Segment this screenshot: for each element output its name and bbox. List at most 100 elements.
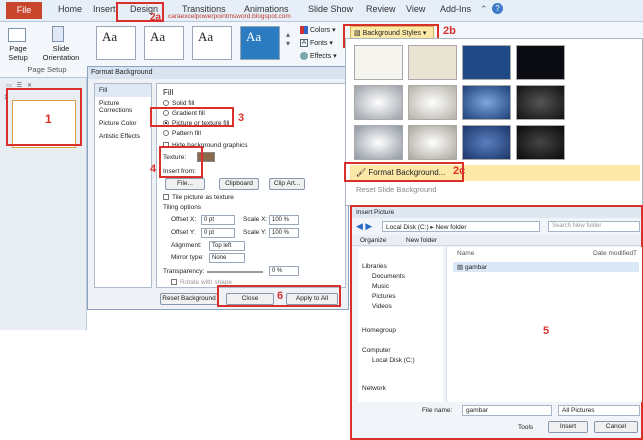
step-label-1: 1: [45, 112, 52, 126]
bg-style-6[interactable]: [408, 85, 457, 120]
bg-style-3[interactable]: [462, 45, 511, 80]
theme-label: Aa: [198, 29, 214, 44]
bg-style-11[interactable]: [462, 125, 511, 160]
file-name-input[interactable]: gambar: [462, 405, 552, 416]
tab-review[interactable]: Review: [366, 4, 396, 14]
new-folder-button[interactable]: New folder: [406, 237, 437, 244]
bg-style-10[interactable]: [408, 125, 457, 160]
file-name-label: File name:: [422, 407, 453, 414]
theme-label: Aa: [102, 29, 118, 44]
slide-orientation-button[interactable]: Slide Orientation: [38, 44, 84, 62]
column-type[interactable]: T: [633, 250, 637, 257]
organize-button[interactable]: Organize: [360, 237, 386, 244]
nav-music[interactable]: Music: [372, 283, 389, 290]
fonts-button[interactable]: A Fonts ▾: [300, 39, 333, 48]
themes-scroll-icon[interactable]: ▴ ▾: [286, 30, 290, 48]
step-label-3: 3: [238, 112, 245, 124]
nav-local-disk[interactable]: Local Disk (C:): [372, 357, 415, 364]
scale-y-field[interactable]: 100 %: [269, 228, 299, 238]
image-file-icon: ▨: [457, 264, 464, 271]
file-type-select[interactable]: All Pictures: [558, 405, 640, 416]
bg-style-4[interactable]: [516, 45, 565, 80]
clipboard-button[interactable]: Clipboard: [219, 178, 259, 190]
tile-label: Tile picture as texture: [172, 194, 234, 201]
colors-icon: [300, 26, 308, 35]
minimize-ribbon-icon[interactable]: ⌃: [480, 4, 488, 15]
solid-fill-label: Solid fill: [172, 100, 195, 107]
reset-background-button[interactable]: Reset Background: [160, 293, 218, 305]
nav-network[interactable]: Network: [362, 385, 386, 392]
step-label-2b: 2b: [443, 25, 456, 37]
insert-button[interactable]: Insert: [548, 421, 588, 433]
tab-slide-show[interactable]: Slide Show: [308, 4, 353, 14]
alignment-select[interactable]: Top left: [209, 241, 245, 251]
tab-home[interactable]: Home: [58, 4, 82, 14]
pattern-fill-label: Pattern fill: [172, 130, 201, 137]
mirror-type-label: Mirror type:: [171, 254, 204, 261]
nav-picture-color[interactable]: Picture Color: [95, 117, 151, 130]
theme-2[interactable]: Aa: [144, 26, 184, 60]
step-label-4: 4: [150, 163, 157, 175]
scale-y-label: Scale Y:: [243, 229, 267, 236]
bg-style-1[interactable]: [354, 45, 403, 80]
clip-art-button[interactable]: Clip Art...: [269, 178, 305, 190]
tab-file[interactable]: File: [6, 2, 42, 19]
column-date-modified[interactable]: Date modified: [593, 250, 633, 257]
nav-homegroup[interactable]: Homegroup: [362, 327, 396, 334]
back-forward-icon[interactable]: ◀ ▶: [356, 221, 372, 232]
reset-slide-background-item[interactable]: Reset Slide Background: [356, 185, 436, 194]
tab-view[interactable]: View: [406, 4, 425, 14]
file-item[interactable]: ▨ gambar: [453, 262, 639, 272]
bg-style-12[interactable]: [516, 125, 565, 160]
tab-add-ins[interactable]: Add-Ins: [440, 4, 471, 14]
pattern-fill-radio[interactable]: Pattern fill: [163, 130, 201, 137]
transparency-field[interactable]: 0 %: [269, 266, 299, 276]
file-list: Name Date modified T ▨ gambar 5: [446, 247, 642, 402]
step-label-2c: 2c: [453, 165, 466, 177]
page-setup-button[interactable]: Page Setup: [2, 44, 34, 62]
format-background-nav: Fill Picture Corrections Picture Color A…: [94, 83, 152, 288]
fill-heading: Fill: [163, 88, 174, 97]
offset-y-field[interactable]: 0 pt: [201, 228, 235, 238]
tab-insert[interactable]: Insert: [93, 4, 116, 14]
file-button[interactable]: File...: [165, 178, 205, 190]
insert-picture-dialog: Insert Picture ◀ ▶ Local Disk (C:) ▸ New…: [350, 205, 643, 440]
nav-picture-corrections[interactable]: Picture Corrections: [95, 97, 151, 117]
nav-fill[interactable]: Fill: [95, 84, 151, 97]
nav-libraries[interactable]: Libraries: [362, 263, 387, 270]
bg-style-7[interactable]: [462, 85, 511, 120]
transparency-label: Transparency:: [163, 268, 205, 275]
bg-style-2[interactable]: [408, 45, 457, 80]
tiling-options-label: Tiling options: [163, 204, 202, 211]
bg-style-5[interactable]: [354, 85, 403, 120]
offset-x-label: Offset X:: [171, 216, 197, 223]
nav-computer[interactable]: Computer: [362, 347, 391, 354]
theme-3[interactable]: Aa: [192, 26, 232, 60]
bg-style-8[interactable]: [516, 85, 565, 120]
effects-button[interactable]: Effects ▾: [300, 52, 337, 61]
solid-fill-radio[interactable]: Solid fill: [163, 100, 194, 107]
tools-button[interactable]: Tools: [518, 424, 533, 431]
nav-documents[interactable]: Documents: [372, 273, 405, 280]
nav-pictures[interactable]: Pictures: [372, 293, 395, 300]
colors-button[interactable]: Colors ▾: [300, 26, 336, 35]
search-input[interactable]: Search New folder: [548, 221, 640, 232]
fonts-icon: A: [300, 39, 308, 48]
highlight-slide-thumbnail: [6, 88, 82, 146]
format-background-dialog: Format Background Fill Picture Correctio…: [87, 66, 349, 310]
address-bar[interactable]: Local Disk (C:) ▸ New folder: [382, 221, 540, 232]
scale-x-field[interactable]: 100 %: [269, 215, 299, 225]
theme-4[interactable]: Aa: [240, 26, 280, 60]
bg-style-9[interactable]: [354, 125, 403, 160]
nav-videos[interactable]: Videos: [372, 303, 392, 310]
nav-artistic-effects[interactable]: Artistic Effects: [95, 130, 151, 143]
theme-office[interactable]: Aa: [96, 26, 136, 60]
file-item-label: gambar: [464, 264, 488, 271]
offset-x-field[interactable]: 0 pt: [201, 215, 235, 225]
help-icon[interactable]: ?: [492, 3, 503, 14]
tile-checkbox[interactable]: Tile picture as texture: [163, 194, 234, 201]
cancel-button[interactable]: Cancel: [594, 421, 638, 433]
column-name[interactable]: Name: [457, 250, 474, 257]
mirror-type-select[interactable]: None: [209, 253, 245, 263]
transparency-slider[interactable]: [207, 271, 263, 273]
